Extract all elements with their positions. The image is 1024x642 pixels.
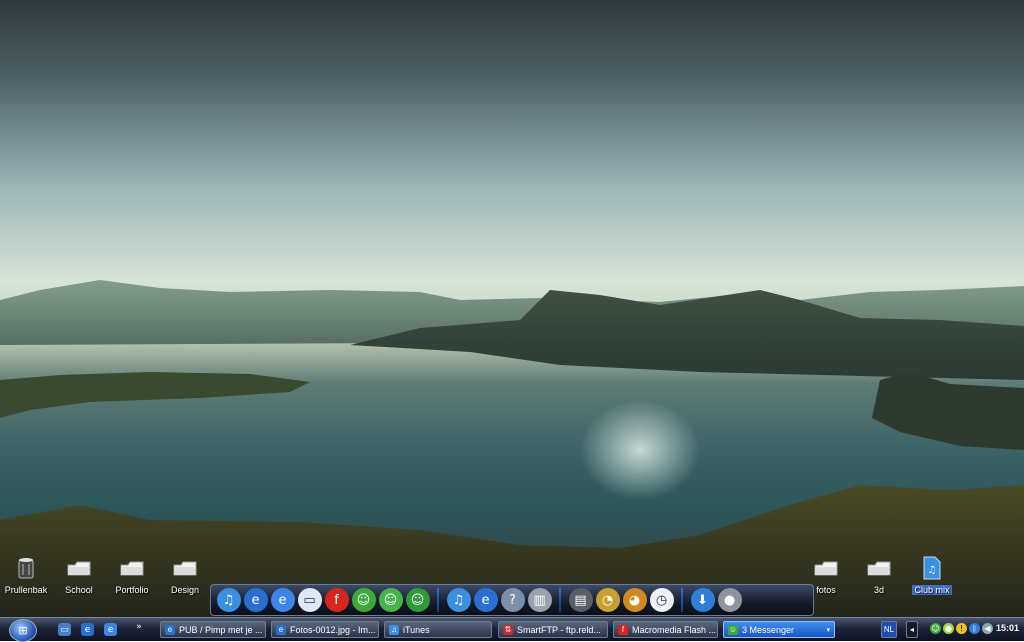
messenger-icon[interactable]: ☺ — [351, 588, 376, 612]
taskbar-button-label: Fotos-0012.jpg - Im... — [290, 624, 376, 635]
taskbar-button[interactable]: ♫ iTunes — [384, 621, 492, 638]
taskbar-clock[interactable]: 15:01 — [996, 623, 1019, 633]
taskbar-button-label: SmartFTP - ftp.reld... — [517, 624, 601, 635]
volume-tray-icon[interactable]: ◀ — [982, 623, 993, 634]
folder-icon — [170, 556, 200, 580]
svg-text:♫: ♫ — [928, 565, 937, 576]
show-desktop-icon[interactable]: ▭ — [58, 623, 71, 636]
alien-icon[interactable]: ● — [717, 588, 742, 612]
recycle-bin-icon[interactable]: ▥ — [527, 588, 552, 612]
internet-explorer-icon-3[interactable]: e — [473, 588, 498, 612]
flash-icon[interactable]: f — [324, 588, 349, 612]
desktop-icon-label: fotos — [816, 585, 836, 595]
dock-bar: ♫ e e ▭ f ☺ ☺ ☺ ♫ e? ▥ ▤ ◔ ◕ ◷ ⬇ ● — [210, 584, 814, 616]
flash-icon: f — [618, 624, 628, 635]
image-viewer-icon: e — [276, 624, 286, 635]
desktop-icon-label: Club mix — [912, 585, 952, 595]
taskbar-button-label: iTunes — [403, 624, 430, 635]
desktop-icon-label: Design — [170, 585, 199, 595]
messenger-icon: ☺ — [728, 624, 738, 635]
network-tray-icon[interactable]: ● — [943, 623, 954, 634]
folder-icon — [64, 556, 94, 580]
taskbar-button-label: PUB / Pimp met je ... — [179, 624, 263, 635]
clock-icon[interactable]: ◷ — [649, 588, 674, 612]
start-button[interactable]: ⊞ — [9, 619, 37, 642]
taskbar-button[interactable]: ☺ 3 Messenger ▾ — [723, 621, 835, 638]
messenger-chat-icon[interactable]: ☺ — [378, 588, 403, 612]
wallpaper-landscape — [0, 280, 1024, 617]
chevron-left-icon: ◂ — [909, 625, 914, 634]
taskbar-button-label: Macromedia Flash ... — [632, 624, 717, 635]
desktop-wallpaper — [0, 0, 1024, 640]
bluetooth-tray-icon[interactable]: ᛒ — [969, 623, 980, 634]
download-icon[interactable]: ⬇ — [690, 588, 715, 612]
internet-explorer-icon-2[interactable]: e — [270, 588, 295, 612]
internet-explorer-icon[interactable]: e — [243, 588, 268, 612]
taskbar-button[interactable]: f Macromedia Flash ... — [613, 621, 718, 638]
windows-logo-icon: ⊞ — [18, 624, 28, 637]
folder-icon — [117, 556, 147, 580]
folder-icon — [864, 556, 894, 580]
dock-separator — [681, 588, 683, 612]
desktop-icon-label: Prullenbak — [4, 585, 48, 595]
dock-separator — [559, 588, 561, 612]
language-indicator[interactable]: NL — [881, 621, 897, 638]
security-tray-icon[interactable]: ! — [956, 623, 967, 634]
window-icon[interactable]: ▭ — [297, 588, 322, 612]
ftp-icon: ⇅ — [503, 624, 513, 635]
messenger-contacts-icon[interactable]: ☺ — [405, 588, 430, 612]
recycle-bin-icon — [11, 556, 41, 580]
internet-explorer-icon: e — [165, 624, 175, 635]
cpu-gauge-icon[interactable]: ◔ — [595, 588, 620, 612]
messenger-tray-icon[interactable]: ☺ — [930, 623, 941, 634]
desktop-icon-label: 3d — [873, 585, 884, 595]
desktop-icon-club-mix[interactable]: ♫ Club mix — [900, 556, 964, 596]
desktop-icon-label: School — [65, 585, 93, 595]
help-icon[interactable]: ? — [500, 588, 525, 612]
desktop-icon-label: Portfolio — [115, 585, 149, 595]
quicklaunch-more-button[interactable]: » — [134, 620, 144, 633]
internet-explorer-icon[interactable]: e — [81, 623, 94, 636]
ram-gauge-icon[interactable]: ◕ — [622, 588, 647, 612]
music-file-icon: ♫ — [917, 556, 947, 580]
drive-icon[interactable]: ▤ — [568, 588, 593, 612]
itunes-icon: ♫ — [389, 624, 399, 635]
folder-icon — [811, 556, 841, 580]
taskbar-button[interactable]: e PUB / Pimp met je ... — [160, 621, 266, 638]
taskbar-button[interactable]: e Fotos-0012.jpg - Im... — [271, 621, 379, 638]
desktop-icon-design[interactable]: Design — [153, 556, 217, 596]
itunes-icon[interactable]: ♫ — [216, 588, 241, 612]
taskbar: ⊞ ▭ e e » e PUB / Pimp met je ... e Fotos-0… — [0, 617, 1024, 642]
tray-expand-button[interactable]: ◂ — [906, 621, 918, 638]
itunes-icon-2[interactable]: ♫ — [446, 588, 471, 612]
dock-separator — [437, 588, 439, 612]
internet-explorer-icon[interactable]: e — [104, 623, 117, 636]
taskbar-button-label: 3 Messenger — [742, 624, 795, 635]
taskbar-button[interactable]: ⇅ SmartFTP - ftp.reld... — [498, 621, 608, 638]
chevron-down-icon: ▾ — [826, 626, 830, 634]
